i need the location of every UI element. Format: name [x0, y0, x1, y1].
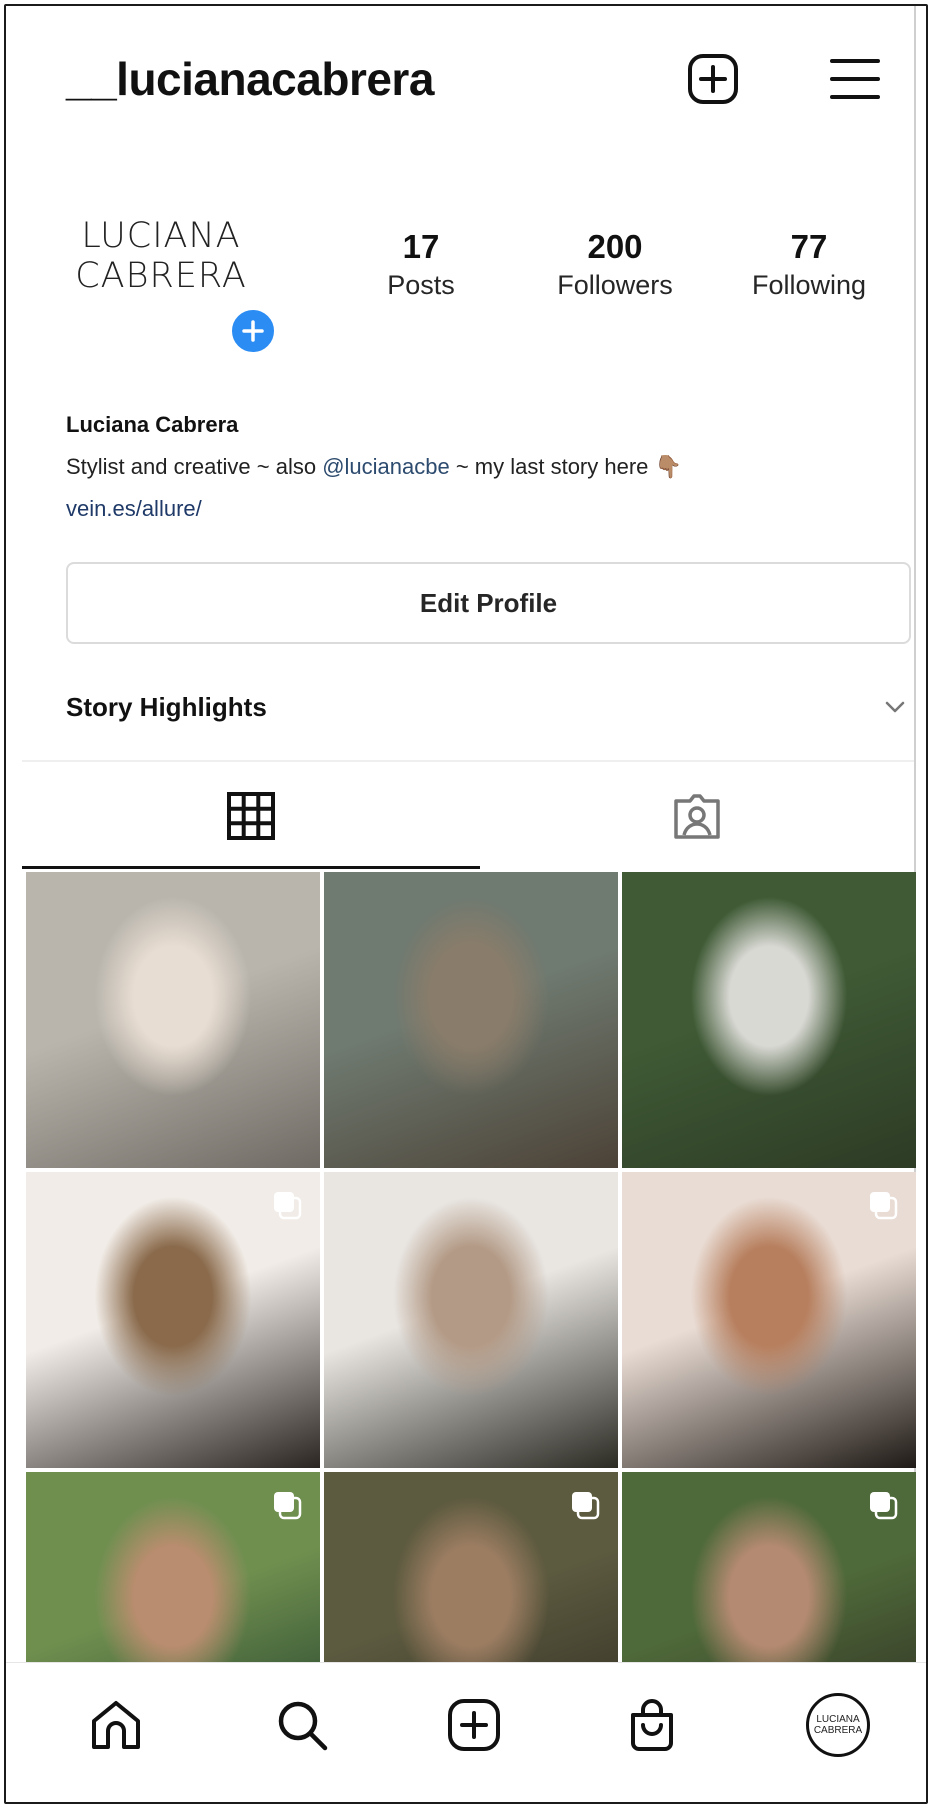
nav-profile-button[interactable]: LUCIANA CABRERA — [798, 1685, 878, 1765]
avatar: LUCIANA CABRERA — [806, 1693, 870, 1757]
carousel-icon — [274, 1492, 302, 1520]
avatar-logo-line1: LUCIANA — [81, 216, 241, 256]
bio-text-prefix: Stylist and creative ~ also — [66, 454, 323, 479]
following-stat[interactable]: 77 Following — [724, 228, 894, 304]
nav-avatar-line1: LUCIANA — [816, 1714, 860, 1725]
tab-tagged[interactable] — [480, 762, 914, 870]
followers-stat[interactable]: 200 Followers — [530, 228, 700, 304]
grid-post-1[interactable] — [26, 872, 320, 1168]
menu-button[interactable] — [826, 50, 884, 108]
grid-icon — [227, 792, 275, 840]
grid-post-3[interactable] — [622, 872, 916, 1168]
profile-full-name: Luciana Cabrera — [66, 412, 239, 437]
carousel-icon — [274, 1192, 302, 1220]
bottom-nav-bar: LUCIANA CABRERA — [6, 1662, 926, 1802]
search-icon — [278, 1701, 328, 1751]
tagged-person-icon — [674, 794, 720, 839]
posts-stat[interactable]: 17 Posts — [336, 228, 506, 304]
edit-profile-button[interactable]: Edit Profile — [66, 562, 911, 644]
avatar-logo-line2: CABRERA — [75, 256, 247, 296]
followers-label: Followers — [557, 270, 673, 300]
profile-username: __lucianacabrera — [66, 53, 434, 105]
carousel-icon — [870, 1192, 898, 1220]
app-viewport: __lucianacabrera LUCIANA CABRERA 17 Post… — [22, 6, 916, 1802]
shopping-bag-icon — [631, 1699, 673, 1751]
grid-post-5[interactable] — [324, 1172, 618, 1468]
story-highlights-label[interactable]: Story Highlights — [66, 692, 267, 723]
chevron-down-icon[interactable] — [884, 700, 906, 714]
new-post-button[interactable] — [684, 50, 742, 108]
phone-screen: __lucianacabrera LUCIANA CABRERA 17 Post… — [4, 4, 928, 1804]
posts-label: Posts — [387, 270, 455, 300]
nav-home-button[interactable] — [76, 1685, 156, 1765]
nav-add-button[interactable] — [434, 1685, 514, 1765]
profile-avatar[interactable]: LUCIANA CABRERA — [66, 216, 256, 296]
profile-website-link[interactable]: vein.es/allure/ — [66, 496, 202, 522]
nav-shop-button[interactable] — [612, 1685, 692, 1765]
following-count: 77 — [790, 228, 828, 265]
bio-mention-link[interactable]: @lucianacbe — [322, 454, 450, 479]
posts-count: 17 — [402, 228, 440, 265]
hamburger-menu-icon — [830, 59, 880, 99]
add-story-button[interactable] — [228, 306, 278, 356]
active-tab-indicator — [22, 866, 480, 869]
plus-square-icon — [688, 54, 738, 104]
tab-posts-grid[interactable] — [22, 762, 480, 870]
plus-square-icon — [448, 1699, 500, 1751]
nav-search-button[interactable] — [262, 1685, 342, 1765]
plus-circle-icon — [242, 320, 264, 342]
following-label: Following — [751, 270, 867, 300]
grid-post-4[interactable] — [26, 1172, 320, 1468]
nav-avatar-line2: CABRERA — [813, 1725, 863, 1736]
followers-count: 200 — [587, 228, 643, 265]
grid-post-6[interactable] — [622, 1172, 916, 1468]
carousel-icon — [870, 1492, 898, 1520]
bio-text-suffix: ~ my last story here 👇🏽 — [449, 454, 682, 479]
grid-post-2[interactable] — [324, 872, 618, 1168]
home-icon — [92, 1701, 140, 1749]
carousel-icon — [572, 1492, 600, 1520]
profile-bio: Stylist and creative ~ also @lucianacbe … — [66, 454, 682, 480]
